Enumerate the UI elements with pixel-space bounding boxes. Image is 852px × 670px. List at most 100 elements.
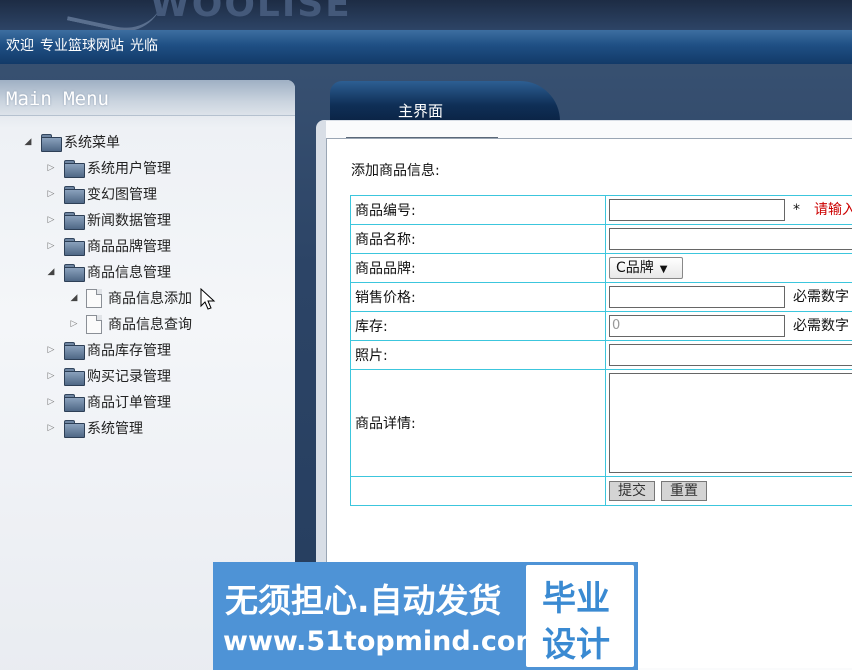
photo-cell [605, 340, 852, 370]
menu-item-label: 新闻数据管理 [87, 213, 171, 229]
price-input[interactable] [609, 286, 785, 308]
detail-label: 商品详情: [350, 369, 606, 477]
tree-root-label: 系统菜单 [64, 135, 120, 151]
watermark-badge: 毕业 设计 [526, 565, 634, 667]
watermark-badge-line1: 毕业 [542, 579, 610, 619]
folder-icon [63, 159, 85, 178]
expand-arrow-icon[interactable]: ▷ [45, 163, 57, 173]
product-form: 商品编号: * 请输入 商品名称: 商品品牌: C品牌 ▼ 销售价格: 必需数字 库… [350, 195, 852, 506]
welcome-bar: 欢迎 专业篮球网站 光临 [0, 30, 852, 64]
menu-item-products[interactable]: ◢ 商品信息管理 [45, 260, 171, 284]
menu-item-news[interactable]: ▷ 新闻数据管理 [45, 208, 171, 232]
stock-input[interactable]: 0 [609, 315, 785, 337]
menu-item-stock[interactable]: ▷ 商品库存管理 [45, 338, 171, 362]
document-icon [86, 314, 102, 334]
actions-cell: 提交 重置 [605, 476, 852, 506]
logo-swoosh [66, 0, 164, 30]
collapse-arrow-icon[interactable]: ◢ [22, 137, 34, 147]
expand-arrow-icon[interactable]: ▷ [45, 397, 57, 407]
menu-item-label: 系统管理 [87, 421, 143, 437]
menu-item-label: 商品信息管理 [87, 265, 171, 281]
watermark-slogan: 无须担心.自动发货 [225, 581, 502, 620]
folder-icon [40, 133, 62, 152]
watermark-banner: 无须担心.自动发货 www.51topmind.com 毕业 设计 [213, 562, 638, 670]
site-name: 专业篮球网站 [40, 38, 124, 54]
folder-icon [63, 237, 85, 256]
folder-icon [63, 263, 85, 282]
menu-item-system[interactable]: ▷ 系统管理 [45, 416, 143, 440]
menu-item-users[interactable]: ▷ 系统用户管理 [45, 156, 171, 180]
folder-icon [63, 367, 85, 386]
expand-arrow-icon[interactable]: ▷ [45, 241, 57, 251]
menu-item-label: 商品订单管理 [87, 395, 171, 411]
price-cell: 必需数字 [605, 282, 852, 312]
folder-icon [63, 393, 85, 412]
folder-icon [63, 341, 85, 360]
form-row-price: 销售价格: 必需数字 [350, 282, 852, 312]
menu-subitem-label: 商品信息添加 [108, 291, 192, 307]
expand-arrow-icon[interactable]: ▷ [45, 423, 57, 433]
name-cell [605, 224, 852, 254]
document-icon [86, 288, 102, 308]
form-row-name: 商品名称: [350, 224, 852, 254]
welcome-word: 欢迎 [6, 38, 34, 54]
name-label: 商品名称: [350, 224, 606, 254]
watermark-badge-line2: 设计 [542, 625, 610, 665]
form-title: 添加商品信息: [351, 163, 440, 179]
menu-subitem-label: 商品信息查询 [108, 317, 192, 333]
dropdown-arrow-icon: ▼ [659, 264, 668, 275]
tab-main-label[interactable]: 主界面 [398, 100, 443, 121]
submit-button[interactable]: 提交 [609, 481, 655, 501]
welcome-suffix: 光临 [130, 38, 158, 54]
menu-item-orders[interactable]: ▷ 商品订单管理 [45, 390, 171, 414]
menu-item-banners[interactable]: ▷ 变幻图管理 [45, 182, 157, 206]
photo-label: 照片: [350, 340, 606, 370]
folder-icon [63, 211, 85, 230]
price-label: 销售价格: [350, 282, 606, 312]
form-row-stock: 库存: 0 必需数字 [350, 311, 852, 341]
brand-select[interactable]: C品牌 ▼ [609, 257, 683, 279]
expand-arrow-icon[interactable]: ▷ [45, 371, 57, 381]
stock-note: 必需数字 [793, 318, 849, 334]
menu-item-label: 系统用户管理 [87, 161, 171, 177]
stock-label: 库存: [350, 311, 606, 341]
form-row-detail: 商品详情: [350, 369, 852, 477]
brand-cell: C品牌 ▼ [605, 253, 852, 283]
product-code-input[interactable] [609, 199, 785, 221]
watermark-url: www.51topmind.com [223, 626, 544, 657]
actions-spacer [350, 476, 606, 506]
menu-item-label: 商品品牌管理 [87, 239, 171, 255]
collapse-arrow-icon[interactable]: ◢ [45, 267, 57, 277]
menu-item-brands[interactable]: ▷ 商品品牌管理 [45, 234, 171, 258]
menu-subitem-product-query[interactable]: ▷ 商品信息查询 [68, 312, 192, 336]
tree-root[interactable]: ◢ 系统菜单 [22, 130, 120, 154]
tab-main[interactable] [330, 81, 560, 125]
code-label: 商品编号: [350, 195, 606, 225]
menu-item-purchases[interactable]: ▷ 购买记录管理 [45, 364, 171, 388]
brand-label: 商品品牌: [350, 253, 606, 283]
detail-textarea[interactable] [609, 373, 852, 473]
top-banner: WOOLISE [0, 0, 852, 30]
expand-arrow-icon[interactable]: ▷ [45, 189, 57, 199]
code-cell: * 请输入 [605, 195, 852, 225]
reset-button[interactable]: 重置 [661, 481, 707, 501]
tab-underline [346, 137, 498, 138]
product-name-input[interactable] [609, 228, 852, 250]
folder-icon [63, 185, 85, 204]
expand-arrow-icon[interactable]: ▷ [68, 319, 80, 329]
menu-subitem-product-add[interactable]: ◢ 商品信息添加 [68, 286, 192, 310]
site-logo: WOOLISE [150, 0, 352, 25]
expand-arrow-icon[interactable]: ▷ [45, 215, 57, 225]
folder-icon [63, 419, 85, 438]
form-row-photo: 照片: [350, 340, 852, 370]
menu-item-label: 购买记录管理 [87, 369, 171, 385]
stock-cell: 0 必需数字 [605, 311, 852, 341]
form-row-brand: 商品品牌: C品牌 ▼ [350, 253, 852, 283]
photo-input[interactable] [609, 344, 852, 366]
menu-item-label: 变幻图管理 [87, 187, 157, 203]
form-row-actions: 提交 重置 [350, 476, 852, 506]
collapse-arrow-icon[interactable]: ◢ [68, 293, 80, 303]
form-row-code: 商品编号: * 请输入 [350, 195, 852, 225]
expand-arrow-icon[interactable]: ▷ [45, 345, 57, 355]
detail-cell [605, 369, 852, 477]
